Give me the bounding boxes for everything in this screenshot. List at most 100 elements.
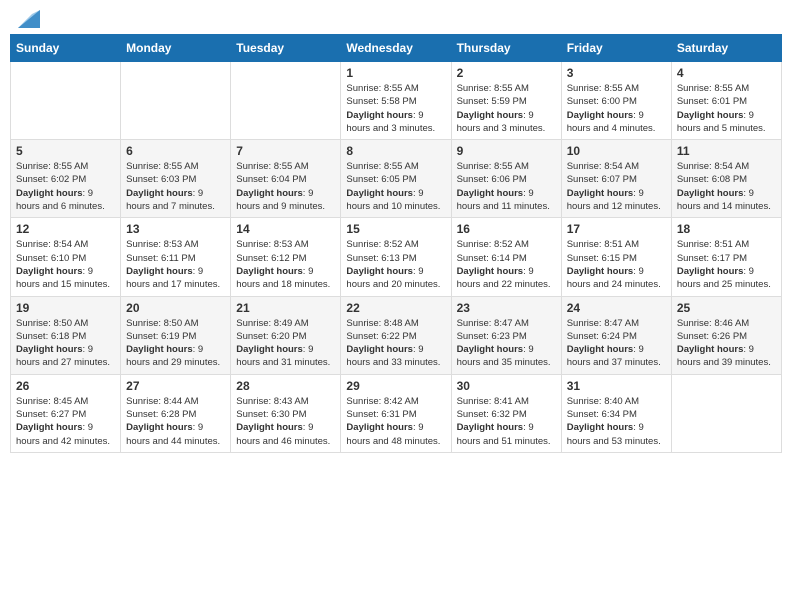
day-info-line: Daylight hours: 9 hours and 27 minutes. — [16, 344, 110, 368]
calendar-header-row: SundayMondayTuesdayWednesdayThursdayFrid… — [11, 35, 782, 62]
day-info-line: Sunset: 6:13 PM — [346, 253, 416, 264]
day-info-line: Sunset: 6:22 PM — [346, 331, 416, 342]
day-info-line: Sunset: 6:14 PM — [457, 253, 527, 264]
day-info-line: Sunrise: 8:53 AM — [126, 239, 198, 250]
calendar-cell: 19Sunrise: 8:50 AMSunset: 6:18 PMDayligh… — [11, 296, 121, 374]
day-info-line: Sunset: 6:31 PM — [346, 409, 416, 420]
calendar-cell: 30Sunrise: 8:41 AMSunset: 6:32 PMDayligh… — [451, 374, 561, 452]
day-info-line: Sunset: 5:58 PM — [346, 96, 416, 107]
day-info-line: Sunrise: 8:44 AM — [126, 396, 198, 407]
day-info-line: Sunset: 6:27 PM — [16, 409, 86, 420]
day-info: Sunrise: 8:55 AMSunset: 6:00 PMDaylight … — [567, 82, 666, 135]
day-number: 6 — [126, 144, 225, 158]
calendar-cell: 8 Sunrise: 8:55 AMSunset: 6:05 PMDaylight… — [341, 140, 451, 218]
calendar-cell: 31Sunrise: 8:40 AMSunset: 6:34 PMDayligh… — [561, 374, 671, 452]
day-info-line: Daylight hours: 9 hours and 48 minutes. — [346, 422, 440, 446]
day-info-line: Sunrise: 8:53 AM — [236, 239, 308, 250]
day-info: Sunrise: 8:54 AMSunset: 6:08 PMDaylight … — [677, 160, 776, 213]
day-info-line: Daylight hours: 9 hours and 10 minutes. — [346, 188, 440, 212]
calendar-header-monday: Monday — [121, 35, 231, 62]
day-info-line: Sunset: 6:00 PM — [567, 96, 637, 107]
day-info: Sunrise: 8:47 AMSunset: 6:24 PMDaylight … — [567, 317, 666, 370]
day-info: Sunrise: 8:52 AMSunset: 6:13 PMDaylight … — [346, 238, 445, 291]
calendar-cell: 13Sunrise: 8:53 AMSunset: 6:11 PMDayligh… — [121, 218, 231, 296]
day-number: 24 — [567, 301, 666, 315]
calendar-cell: 17Sunrise: 8:51 AMSunset: 6:15 PMDayligh… — [561, 218, 671, 296]
calendar-table: SundayMondayTuesdayWednesdayThursdayFrid… — [10, 34, 782, 453]
day-info-line: Sunset: 6:12 PM — [236, 253, 306, 264]
day-info-line: Daylight hours: 9 hours and 14 minutes. — [677, 188, 771, 212]
day-info-line: Sunset: 6:11 PM — [126, 253, 196, 264]
calendar-cell: 27 Sunrise: 8:44 AMSunset: 6:28 PMDayligh… — [121, 374, 231, 452]
day-info-line: Daylight hours: 9 hours and 3 minutes. — [346, 110, 435, 134]
calendar-cell: 24 Sunrise: 8:47 AMSunset: 6:24 PMDayligh… — [561, 296, 671, 374]
day-number: 8 — [346, 144, 445, 158]
day-info-line: Sunset: 6:07 PM — [567, 174, 637, 185]
day-info-line: Sunrise: 8:42 AM — [346, 396, 418, 407]
day-info-line: Sunrise: 8:52 AM — [346, 239, 418, 250]
day-info-line: Daylight hours: 9 hours and 25 minutes. — [677, 266, 771, 290]
day-number: 21 — [236, 301, 335, 315]
day-info-line: Sunset: 6:18 PM — [16, 331, 86, 342]
day-info: Sunrise: 8:48 AMSunset: 6:22 PMDaylight … — [346, 317, 445, 370]
calendar-header-friday: Friday — [561, 35, 671, 62]
calendar-cell: 25Sunrise: 8:46 AMSunset: 6:26 PMDayligh… — [671, 296, 781, 374]
day-info-line: Sunset: 6:20 PM — [236, 331, 306, 342]
day-info: Sunrise: 8:53 AMSunset: 6:12 PMDaylight … — [236, 238, 335, 291]
day-number: 22 — [346, 301, 445, 315]
day-number: 17 — [567, 222, 666, 236]
day-info-line: Daylight hours: 9 hours and 53 minutes. — [567, 422, 661, 446]
day-info: Sunrise: 8:55 AMSunset: 6:01 PMDaylight … — [677, 82, 776, 135]
calendar-cell: 11 Sunrise: 8:54 AMSunset: 6:08 PMDayligh… — [671, 140, 781, 218]
calendar-cell: 12Sunrise: 8:54 AMSunset: 6:10 PMDayligh… — [11, 218, 121, 296]
day-info-line: Sunrise: 8:55 AM — [677, 83, 749, 94]
day-info-line: Sunrise: 8:49 AM — [236, 318, 308, 329]
calendar-week-row: 19Sunrise: 8:50 AMSunset: 6:18 PMDayligh… — [11, 296, 782, 374]
day-info-line: Daylight hours: 9 hours and 31 minutes. — [236, 344, 330, 368]
day-info-line: Sunrise: 8:55 AM — [16, 161, 88, 172]
day-info-line: Sunset: 6:32 PM — [457, 409, 527, 420]
calendar-cell: 2Sunrise: 8:55 AMSunset: 5:59 PMDaylight… — [451, 62, 561, 140]
day-number: 28 — [236, 379, 335, 393]
day-info: Sunrise: 8:44 AMSunset: 6:28 PMDaylight … — [126, 395, 225, 448]
day-info-line: Sunrise: 8:40 AM — [567, 396, 639, 407]
day-info-line: Daylight hours: 9 hours and 39 minutes. — [677, 344, 771, 368]
day-info-line: Daylight hours: 9 hours and 9 minutes. — [236, 188, 325, 212]
day-number: 18 — [677, 222, 776, 236]
day-number: 7 — [236, 144, 335, 158]
day-info-line: Daylight hours: 9 hours and 11 minutes. — [457, 188, 550, 212]
day-info: Sunrise: 8:50 AMSunset: 6:18 PMDaylight … — [16, 317, 115, 370]
calendar-cell: 22 Sunrise: 8:48 AMSunset: 6:22 PMDayligh… — [341, 296, 451, 374]
day-info-line: Sunset: 6:10 PM — [16, 253, 86, 264]
day-number: 16 — [457, 222, 556, 236]
calendar-cell: 3Sunrise: 8:55 AMSunset: 6:00 PMDaylight… — [561, 62, 671, 140]
day-number: 15 — [346, 222, 445, 236]
calendar-cell: 6Sunrise: 8:55 AMSunset: 6:03 PMDaylight… — [121, 140, 231, 218]
calendar-cell: 28Sunrise: 8:43 AMSunset: 6:30 PMDayligh… — [231, 374, 341, 452]
day-info: Sunrise: 8:46 AMSunset: 6:26 PMDaylight … — [677, 317, 776, 370]
calendar-week-row: 1Sunrise: 8:55 AMSunset: 5:58 PMDaylight… — [11, 62, 782, 140]
day-info-line: Daylight hours: 9 hours and 46 minutes. — [236, 422, 330, 446]
day-info-line: Sunrise: 8:54 AM — [677, 161, 749, 172]
calendar-cell: 9Sunrise: 8:55 AMSunset: 6:06 PMDaylight… — [451, 140, 561, 218]
day-info: Sunrise: 8:55 AMSunset: 6:05 PMDaylight … — [346, 160, 445, 213]
calendar-cell: 23Sunrise: 8:47 AMSunset: 6:23 PMDayligh… — [451, 296, 561, 374]
day-info: Sunrise: 8:53 AMSunset: 6:11 PMDaylight … — [126, 238, 225, 291]
day-info-line: Sunset: 6:03 PM — [126, 174, 196, 185]
day-info-line: Daylight hours: 9 hours and 33 minutes. — [346, 344, 440, 368]
day-info: Sunrise: 8:55 AMSunset: 6:06 PMDaylight … — [457, 160, 556, 213]
day-info-line: Daylight hours: 9 hours and 3 minutes. — [457, 110, 546, 134]
day-number: 27 — [126, 379, 225, 393]
day-info-line: Daylight hours: 9 hours and 15 minutes. — [16, 266, 110, 290]
day-info: Sunrise: 8:55 AMSunset: 5:59 PMDaylight … — [457, 82, 556, 135]
day-info-line: Sunrise: 8:46 AM — [677, 318, 749, 329]
calendar-cell: 4Sunrise: 8:55 AMSunset: 6:01 PMDaylight… — [671, 62, 781, 140]
day-info: Sunrise: 8:42 AM Sunset: 6:31 PM Daylight … — [346, 395, 445, 448]
calendar-week-row: 12Sunrise: 8:54 AMSunset: 6:10 PMDayligh… — [11, 218, 782, 296]
day-number: 11 — [677, 144, 776, 158]
calendar-week-row: 26Sunrise: 8:45 AMSunset: 6:27 PMDayligh… — [11, 374, 782, 452]
day-info-line: Sunset: 6:30 PM — [236, 409, 306, 420]
day-number: 10 — [567, 144, 666, 158]
day-info-line: Sunrise: 8:47 AM — [567, 318, 639, 329]
day-info-line: Daylight hours: 9 hours and 6 minutes. — [16, 188, 105, 212]
